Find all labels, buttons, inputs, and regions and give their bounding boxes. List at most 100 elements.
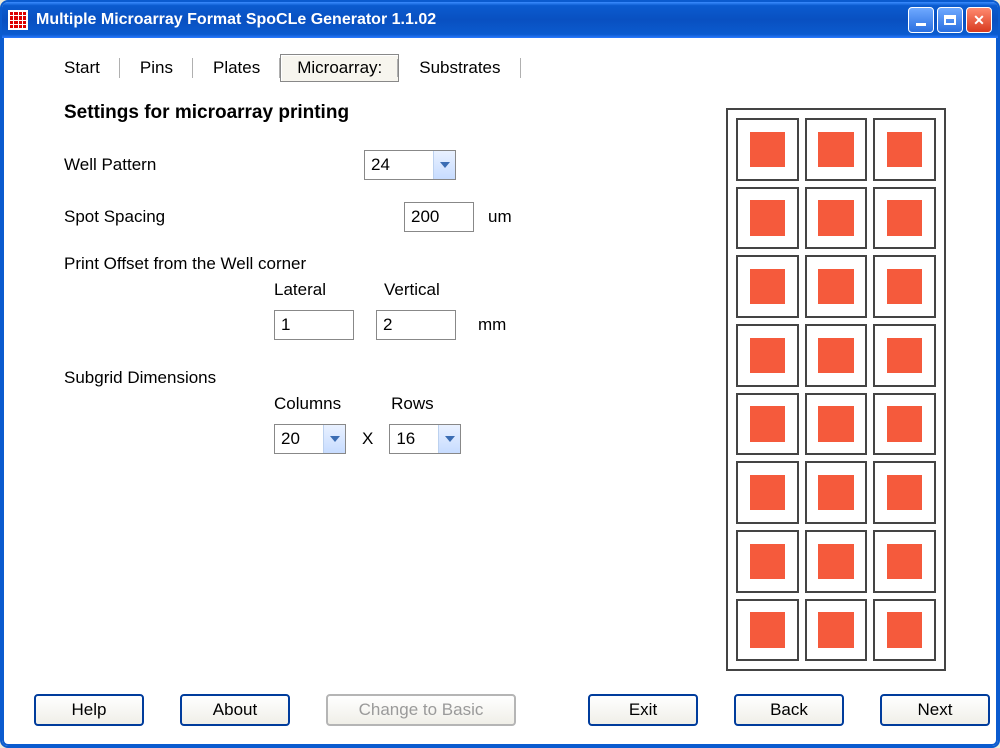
- spot-icon: [887, 200, 922, 235]
- exit-button[interactable]: Exit: [588, 694, 698, 726]
- well-cell: [805, 393, 868, 456]
- spot-icon: [750, 544, 785, 579]
- change-to-basic-button: Change to Basic: [326, 694, 516, 726]
- well-cell: [736, 187, 799, 250]
- preview-column: [696, 102, 956, 684]
- tab-plates[interactable]: Plates: [193, 54, 280, 82]
- back-button[interactable]: Back: [734, 694, 844, 726]
- well-cell: [736, 599, 799, 662]
- well-cell: [805, 530, 868, 593]
- tab-start[interactable]: Start: [44, 54, 120, 82]
- close-button[interactable]: ✕: [966, 7, 992, 33]
- lateral-input[interactable]: [274, 310, 354, 340]
- spot-icon: [750, 612, 785, 647]
- chevron-down-icon[interactable]: [433, 151, 455, 179]
- tab-substrates[interactable]: Substrates: [399, 54, 520, 82]
- well-cell: [805, 324, 868, 387]
- well-cell: [873, 461, 936, 524]
- offset-inputs: mm: [64, 310, 696, 340]
- well-cell: [736, 324, 799, 387]
- spot-icon: [750, 475, 785, 510]
- window-buttons: ✕: [908, 7, 992, 33]
- footer-buttons: Help About Change to Basic Exit Back Nex…: [24, 684, 976, 730]
- spot-icon: [818, 338, 853, 373]
- next-button[interactable]: Next: [880, 694, 990, 726]
- spot-spacing-input[interactable]: [404, 202, 474, 232]
- subgrid-inputs: X: [64, 424, 696, 454]
- spot-icon: [887, 132, 922, 167]
- chevron-down-icon[interactable]: [323, 425, 345, 453]
- well-cell: [736, 118, 799, 181]
- rows-value[interactable]: [390, 425, 438, 453]
- spot-icon: [818, 269, 853, 304]
- content-area: Settings for microarray printing Well Pa…: [24, 92, 976, 684]
- maximize-icon: [944, 15, 956, 25]
- spot-icon: [887, 612, 922, 647]
- tab-bar: Start Pins Plates Microarray: Substrates: [24, 48, 976, 92]
- offset-heading: Print Offset from the Well corner: [64, 254, 696, 274]
- tab-microarrays[interactable]: Microarray:: [280, 54, 399, 82]
- close-icon: ✕: [973, 12, 985, 29]
- maximize-button[interactable]: [937, 7, 963, 33]
- spot-icon: [750, 200, 785, 235]
- well-pattern-value[interactable]: [365, 151, 433, 179]
- offset-sublabels: Lateral Vertical: [64, 280, 696, 300]
- well-cell: [736, 255, 799, 318]
- spot-icon: [750, 338, 785, 373]
- spot-icon: [818, 544, 853, 579]
- well-pattern-select[interactable]: [364, 150, 456, 180]
- spot-spacing-row: Spot Spacing um: [64, 202, 696, 232]
- spot-icon: [887, 406, 922, 441]
- columns-select[interactable]: [274, 424, 346, 454]
- form-column: Settings for microarray printing Well Pa…: [64, 102, 696, 684]
- subgrid-separator: X: [362, 429, 373, 449]
- chevron-down-icon[interactable]: [438, 425, 460, 453]
- well-pattern-row: Well Pattern: [64, 150, 696, 180]
- well-cell: [736, 530, 799, 593]
- app-icon: [8, 10, 28, 30]
- about-button[interactable]: About: [180, 694, 290, 726]
- spot-icon: [818, 475, 853, 510]
- well-cell: [873, 118, 936, 181]
- well-cell: [805, 599, 868, 662]
- spot-icon: [818, 612, 853, 647]
- vertical-label: Vertical: [384, 280, 440, 300]
- rows-select[interactable]: [389, 424, 461, 454]
- vertical-input[interactable]: [376, 310, 456, 340]
- well-cell: [736, 393, 799, 456]
- subgrid-sublabels: Columns Rows: [64, 394, 696, 414]
- spot-icon: [887, 269, 922, 304]
- help-button[interactable]: Help: [34, 694, 144, 726]
- client-area: Start Pins Plates Microarray: Substrates…: [2, 38, 998, 746]
- spot-icon: [818, 406, 853, 441]
- columns-value[interactable]: [275, 425, 323, 453]
- lateral-label: Lateral: [274, 280, 326, 300]
- spot-icon: [887, 338, 922, 373]
- well-cell: [805, 461, 868, 524]
- columns-label: Columns: [274, 394, 341, 414]
- well-cell: [805, 255, 868, 318]
- app-window: Multiple Microarray Format SpoCLe Genera…: [0, 0, 1000, 748]
- spot-icon: [887, 475, 922, 510]
- spot-icon: [818, 200, 853, 235]
- spot-icon: [750, 269, 785, 304]
- spot-icon: [750, 132, 785, 167]
- spot-icon: [818, 132, 853, 167]
- well-pattern-label: Well Pattern: [64, 155, 364, 175]
- titlebar: Multiple Microarray Format SpoCLe Genera…: [2, 2, 998, 38]
- well-grid-preview: [726, 108, 946, 671]
- section-title: Settings for microarray printing: [64, 102, 696, 124]
- well-cell: [805, 118, 868, 181]
- well-cell: [873, 530, 936, 593]
- spot-icon: [750, 406, 785, 441]
- minimize-button[interactable]: [908, 7, 934, 33]
- tab-pins[interactable]: Pins: [120, 54, 193, 82]
- well-cell: [805, 187, 868, 250]
- spot-icon: [887, 544, 922, 579]
- rows-label: Rows: [391, 394, 434, 414]
- well-cell: [736, 461, 799, 524]
- minimize-icon: [916, 23, 926, 26]
- subgrid-heading: Subgrid Dimensions: [64, 368, 696, 388]
- well-cell: [873, 255, 936, 318]
- spot-spacing-unit: um: [488, 207, 512, 227]
